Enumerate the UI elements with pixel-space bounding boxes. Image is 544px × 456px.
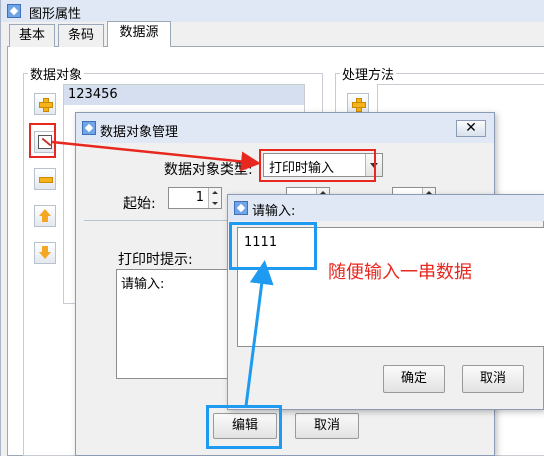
- close-icon: ✕: [465, 120, 477, 136]
- prompt-label: 打印时提示:: [118, 252, 193, 268]
- move-up-icon: [38, 209, 52, 223]
- add-icon: [351, 97, 366, 112]
- input-dialog-title-bar: 请输入:: [228, 195, 544, 221]
- edit-dialog-button-highlight: [206, 405, 282, 449]
- move-up-button[interactable]: [34, 205, 56, 227]
- dialog-title-bar: 数据对象管理 ✕: [76, 113, 494, 143]
- data-objects-label: 数据对象: [28, 64, 85, 83]
- processing-label: 处理方法: [340, 64, 397, 83]
- tab-barcode[interactable]: 条码: [58, 24, 104, 47]
- tab-basic-label: 基本: [18, 28, 45, 43]
- tab-data-source-label: 数据源: [119, 25, 159, 40]
- cancel-button[interactable]: 取消: [295, 413, 359, 439]
- tab-barcode-label: 条码: [67, 28, 94, 43]
- move-down-button[interactable]: [34, 242, 56, 264]
- add-icon: [38, 97, 53, 112]
- type-select-highlight: [259, 149, 376, 182]
- start-value: 1: [195, 190, 204, 205]
- tab-basic[interactable]: 基本: [9, 24, 55, 47]
- tab-data-source[interactable]: 数据源: [107, 21, 171, 47]
- cancel-button-label: 取消: [313, 418, 340, 433]
- app-icon: [7, 4, 21, 18]
- start-stepper[interactable]: 1: [168, 187, 222, 209]
- stepper-arrows-icon[interactable]: [208, 188, 221, 208]
- dialog-title: 数据对象管理: [100, 125, 179, 140]
- dialog-icon: [234, 201, 248, 215]
- start-label: 起始:: [123, 196, 156, 212]
- window-title: 图形属性: [29, 7, 82, 22]
- input-value-highlight: [229, 222, 317, 270]
- title-bar: 图形属性: [1, 0, 544, 22]
- list-item[interactable]: 123456: [64, 85, 304, 105]
- ok-button[interactable]: 确定: [383, 365, 445, 393]
- input-dialog-title: 请输入:: [252, 204, 296, 219]
- edit-button-highlight: [29, 123, 56, 158]
- dialog-icon: [82, 121, 96, 135]
- ok-button-label: 确定: [400, 371, 427, 386]
- remove-icon: [38, 172, 53, 186]
- move-down-icon: [38, 246, 52, 260]
- annotation-note: 随便输入一串数据: [328, 262, 472, 283]
- input-cancel-button-label: 取消: [479, 371, 506, 386]
- close-button[interactable]: ✕: [456, 120, 486, 137]
- add-button[interactable]: [34, 93, 56, 115]
- input-cancel-button[interactable]: 取消: [462, 365, 524, 393]
- prompt-value: 请输入:: [121, 277, 165, 292]
- type-label: 数据对象类型:: [164, 162, 253, 178]
- remove-button[interactable]: [34, 168, 56, 190]
